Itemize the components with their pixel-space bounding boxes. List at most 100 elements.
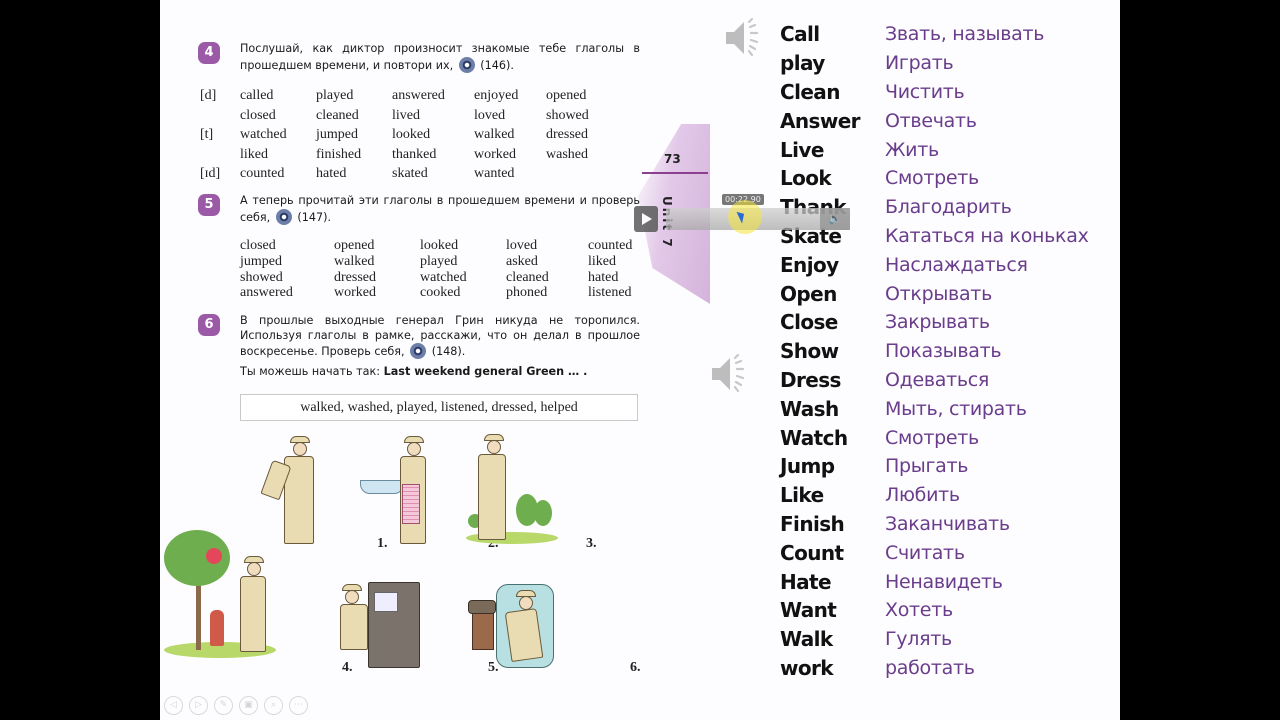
- vocab-row: Enjoy Наслаждаться: [780, 250, 1100, 279]
- vocab-row: Finish Заканчивать: [780, 510, 1100, 539]
- audio-player: 🔈 00:22.90: [634, 194, 850, 234]
- vocab-russian-translation: Одеваться: [885, 368, 990, 391]
- slideshow-toolbar: ◁ ▷ ✎ ▣ ⌕ ⋯: [164, 696, 308, 715]
- start-phrase: Last weekend general Green … .: [383, 364, 588, 378]
- exercise-number: 5: [198, 194, 220, 216]
- vocab-russian-translation: Играть: [885, 52, 954, 75]
- vocab-english-word: Call: [780, 22, 820, 47]
- speaker-icon: [726, 17, 759, 57]
- vocab-row: Wash Мыть, стирать: [780, 394, 1100, 423]
- vocab-russian-translation: Отвечать: [885, 109, 977, 132]
- verb-row: [d] called played answered enjoyed opene…: [200, 86, 606, 106]
- verb-row: [ɪd] counted hated skated wanted: [200, 164, 606, 184]
- vocab-russian-translation: Ненавидеть: [885, 570, 1003, 593]
- exercise-instruction: А теперь прочитай эти глаголы в прошедше…: [240, 194, 640, 225]
- vocab-row: Clean Чистить: [780, 78, 1100, 107]
- vocab-russian-translation: Показывать: [885, 340, 1002, 363]
- vocab-russian-translation: Открывать: [885, 282, 992, 305]
- verb-table: closed opened looked loved counted jumpe…: [240, 238, 648, 301]
- vocab-english-word: Jump: [780, 454, 835, 479]
- vocab-row: Count Считать: [780, 538, 1100, 567]
- vocab-row: Dress Одеваться: [780, 366, 1100, 395]
- speaker-icon: [712, 353, 745, 393]
- picture-3-walking: [466, 434, 566, 552]
- vocab-english-word: Answer: [780, 108, 861, 133]
- volume-button[interactable]: 🔈: [820, 208, 850, 230]
- verb-row: closed cleaned lived loved showed: [240, 107, 589, 123]
- vocab-russian-translation: Заканчивать: [885, 512, 1010, 535]
- exercise-number: 4: [198, 42, 220, 64]
- vocab-english-word: Hate: [780, 569, 832, 594]
- play-button[interactable]: [634, 206, 658, 232]
- vocab-russian-translation: Хотеть: [885, 599, 953, 622]
- verb-row: showed dressed watched cleaned hated: [240, 269, 619, 285]
- vocab-russian-translation: Прыгать: [885, 455, 969, 478]
- start-prompt: Ты можешь начать так:: [240, 364, 381, 378]
- pen-button[interactable]: ✎: [214, 696, 233, 715]
- audio-cd-icon: [410, 343, 427, 359]
- vocab-english-word: Show: [780, 339, 839, 364]
- vocab-english-word: Wash: [780, 396, 839, 421]
- previous-slide-button[interactable]: ◁: [164, 696, 183, 715]
- picture-5-playing-piano: [338, 578, 428, 672]
- vocab-row: Answer Отвечать: [780, 106, 1100, 135]
- vocab-russian-translation: Гулять: [885, 628, 952, 651]
- audio-cd-icon: [458, 56, 475, 73]
- zoom-button[interactable]: ⌕: [264, 696, 283, 715]
- vocab-english-word: Want: [780, 598, 837, 623]
- verb-row: jumped walked played asked liked: [240, 253, 616, 269]
- vocabulary-list: Call Звать, называть play Играть Clean Чистит…: [780, 20, 1100, 682]
- verb-row: liked finished thanked worked washed: [240, 146, 588, 162]
- verb-row: closed opened looked loved counted: [240, 238, 633, 253]
- vocab-english-word: Clean: [780, 79, 840, 104]
- vocab-row: Open Открывать: [780, 279, 1100, 308]
- verb-row: [t] watched jumped looked walked dressed: [200, 125, 606, 145]
- page-divider: [642, 172, 708, 174]
- vocab-english-word: work: [780, 655, 834, 680]
- picture-label: 3.: [586, 536, 597, 551]
- vocab-russian-translation: Смотреть: [885, 426, 979, 449]
- next-slide-button[interactable]: ▷: [189, 696, 208, 715]
- vocab-russian-translation: работать: [885, 656, 975, 679]
- picture-6-listening-radio: [468, 580, 560, 672]
- vocab-row: Show Показывать: [780, 337, 1100, 366]
- exercise-number: 6: [198, 314, 220, 336]
- vocab-english-word: Enjoy: [780, 252, 839, 277]
- vocab-row: Walk Гулять: [780, 625, 1100, 654]
- verb-table: [d] called played answered enjoyed opene…: [200, 86, 606, 184]
- presentation-slide: 4 Послушай, как диктор произносит знаком…: [160, 0, 1120, 720]
- vocab-russian-translation: Мыть, стирать: [885, 397, 1027, 420]
- exercise-pictures: 1. 2. 3.: [164, 432, 652, 682]
- slides-button[interactable]: ▣: [239, 696, 258, 715]
- vocab-english-word: Look: [780, 166, 832, 191]
- vocab-row: Hate Ненавидеть: [780, 567, 1100, 596]
- vocab-english-word: Close: [780, 310, 838, 335]
- more-button[interactable]: ⋯: [289, 696, 308, 715]
- vocab-row: Like Любить: [780, 481, 1100, 510]
- exercise-instruction: В прошлые выходные генерал Грин никуда н…: [240, 314, 640, 378]
- vocab-russian-translation: Смотреть: [885, 167, 979, 190]
- vocab-english-word: Dress: [780, 367, 841, 392]
- audio-cd-icon: [275, 208, 292, 225]
- speaker-icon[interactable]: [708, 352, 752, 396]
- vocab-russian-translation: Жить: [885, 138, 939, 161]
- page-number: 73: [664, 152, 681, 166]
- sound-label: [d]: [200, 88, 217, 103]
- vocab-row: Want Хотеть: [780, 596, 1100, 625]
- vocab-row: Close Закрывать: [780, 308, 1100, 337]
- exercise-instruction: Послушай, как диктор произносит знакомые…: [240, 42, 640, 73]
- vocab-english-word: Open: [780, 281, 837, 306]
- vocab-english-word: Watch: [780, 425, 848, 450]
- vocab-english-word: Walk: [780, 627, 833, 652]
- picture-label: 6.: [630, 660, 641, 675]
- speaker-icon[interactable]: [722, 16, 766, 60]
- vocab-russian-translation: Чистить: [885, 80, 965, 103]
- vocab-russian-translation: Звать, называть: [885, 23, 1045, 46]
- vocab-russian-translation: Наслаждаться: [885, 253, 1028, 276]
- sound-label: [ɪd]: [200, 166, 221, 181]
- vocab-row: Watch Смотреть: [780, 423, 1100, 452]
- vocab-russian-translation: Благодарить: [885, 196, 1012, 219]
- vocab-english-word: Like: [780, 483, 824, 508]
- vocab-russian-translation: Считать: [885, 541, 965, 564]
- vocab-russian-translation: Любить: [885, 484, 960, 507]
